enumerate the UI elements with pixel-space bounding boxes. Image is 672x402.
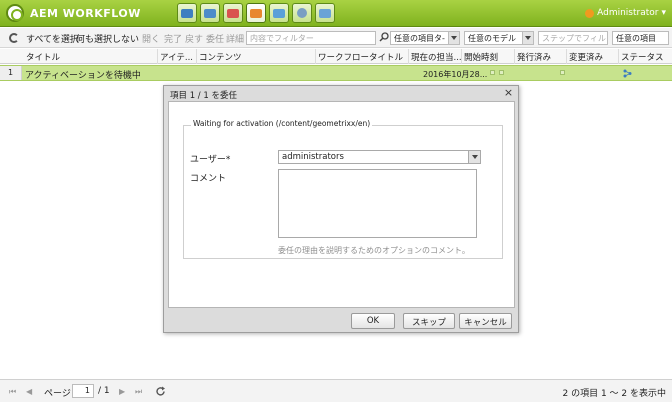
- column-header-assignee[interactable]: 現在の担当...: [411, 51, 462, 63]
- dialog-body: Waiting for activation (/content/geometr…: [168, 101, 515, 308]
- item-type-value: 任意の項目タ-: [394, 34, 445, 43]
- chevron-down-icon: [468, 151, 480, 163]
- close-icon[interactable]: ×: [503, 87, 514, 99]
- column-header-modified[interactable]: 変更済み: [569, 51, 603, 63]
- table-row[interactable]: 1 アクティベーションを待機中 2016年10月28...: [0, 65, 672, 81]
- pagination-info: 2 の項目 1 ～ 2 を表示中: [562, 389, 666, 399]
- next-page-icon[interactable]: ▶: [119, 387, 128, 396]
- search-icon[interactable]: [379, 32, 389, 42]
- chevron-down-icon: [522, 32, 533, 44]
- select-all-button[interactable]: すべてを選択: [26, 32, 79, 45]
- open-button[interactable]: 開く: [142, 32, 160, 45]
- row-number: 1: [0, 66, 22, 80]
- console-nav: [177, 3, 335, 23]
- column-header-published[interactable]: 発行済み: [517, 51, 551, 63]
- details-button[interactable]: 詳細: [226, 32, 244, 45]
- published-icon: [499, 70, 504, 75]
- refresh-icon[interactable]: [155, 386, 166, 397]
- delegate-button[interactable]: 委任: [206, 32, 224, 45]
- column-header-content[interactable]: コンテンツ: [199, 51, 242, 63]
- table-header: タイトル アイテ... コンテンツ ワークフロータイトル 現在の担当... 開始…: [0, 49, 672, 64]
- prev-page-icon[interactable]: ◀: [26, 387, 35, 396]
- user-label: ユーザー*: [190, 155, 231, 165]
- comment-hint: 委任の理由を説明するためのオプションのコメント。: [278, 246, 470, 255]
- refresh-icon[interactable]: [9, 33, 19, 43]
- last-page-icon[interactable]: ⏭: [135, 387, 144, 396]
- fieldset-legend: Waiting for activation (/content/geometr…: [191, 119, 373, 128]
- skip-button[interactable]: スキップ: [403, 313, 455, 329]
- select-none-button[interactable]: 何も選択しない: [76, 32, 139, 45]
- complete-button[interactable]: 完了: [164, 32, 182, 45]
- pagination-bar: ⏮ ◀ ページ 1 / 1 ▶ ⏭ 2 の項目 1 ～ 2 を表示中: [0, 379, 672, 402]
- aem-logo-icon[interactable]: [6, 4, 24, 22]
- first-page-icon[interactable]: ⏮: [9, 387, 18, 396]
- step-back-button[interactable]: 戻す: [185, 32, 203, 45]
- cancel-button[interactable]: キャンセル: [459, 313, 512, 329]
- row-start-time: 2016年10月28...: [423, 70, 488, 79]
- item-type-select[interactable]: 任意の項目タ-: [390, 31, 460, 45]
- ok-button[interactable]: OK: [351, 313, 395, 329]
- failures-icon[interactable]: [292, 3, 312, 23]
- app-title: AEM WORKFLOW: [30, 7, 141, 20]
- dialog-title: 項目 1 / 1 を委任: [170, 91, 237, 101]
- user-name: Administrator: [597, 8, 659, 18]
- models-icon[interactable]: [177, 3, 197, 23]
- column-header-workflow-title[interactable]: ワークフロータイトル: [318, 51, 403, 63]
- app-header: AEM WORKFLOW Administrator ▾: [0, 0, 672, 27]
- model-value: 任意のモデル: [468, 34, 516, 43]
- tag-icon[interactable]: [315, 3, 335, 23]
- instances-icon[interactable]: [200, 3, 220, 23]
- published-icon: [490, 70, 495, 75]
- chevron-down-icon: ▾: [661, 8, 666, 18]
- column-header-status[interactable]: ステータス: [621, 51, 664, 63]
- any-item-select[interactable]: 任意の項目: [612, 31, 669, 45]
- row-title: アクティベーションを待機中: [25, 71, 141, 81]
- page-input[interactable]: 1: [72, 384, 94, 398]
- total-pages: / 1: [98, 386, 110, 396]
- column-header-item[interactable]: アイテ...: [160, 51, 193, 63]
- step-filter-value: ステップでフィル: [542, 34, 606, 43]
- user-select-value: administrators: [282, 152, 344, 162]
- user-menu[interactable]: Administrator ▾: [585, 8, 666, 18]
- comment-label: コメント: [190, 174, 227, 184]
- any-item-value: 任意の項目: [616, 34, 656, 43]
- model-select[interactable]: 任意のモデル: [464, 31, 534, 45]
- delegate-dialog: 項目 1 / 1 を委任 × Waiting for activation (/…: [163, 85, 519, 333]
- user-icon: [585, 8, 595, 18]
- page-label: ページ: [44, 389, 71, 399]
- modified-icon: [560, 70, 565, 75]
- column-header-start-time[interactable]: 開始時刻: [464, 51, 498, 63]
- status-workflow-icon: [623, 69, 632, 78]
- archive-icon[interactable]: [269, 3, 289, 23]
- comment-textarea[interactable]: [278, 169, 477, 238]
- user-select[interactable]: administrators: [278, 150, 481, 164]
- filter-input[interactable]: 内容でフィルター: [246, 31, 376, 45]
- inbox-toolbar: すべてを選択 何も選択しない 開く 完了 戻す 委任 詳細 内容でフィルター 任…: [0, 28, 672, 48]
- inbox-icon[interactable]: [246, 3, 266, 23]
- step-filter-select[interactable]: ステップでフィル: [538, 31, 608, 45]
- launchers-icon[interactable]: [223, 3, 243, 23]
- column-header-title[interactable]: タイトル: [26, 51, 60, 63]
- chevron-down-icon: [448, 32, 459, 44]
